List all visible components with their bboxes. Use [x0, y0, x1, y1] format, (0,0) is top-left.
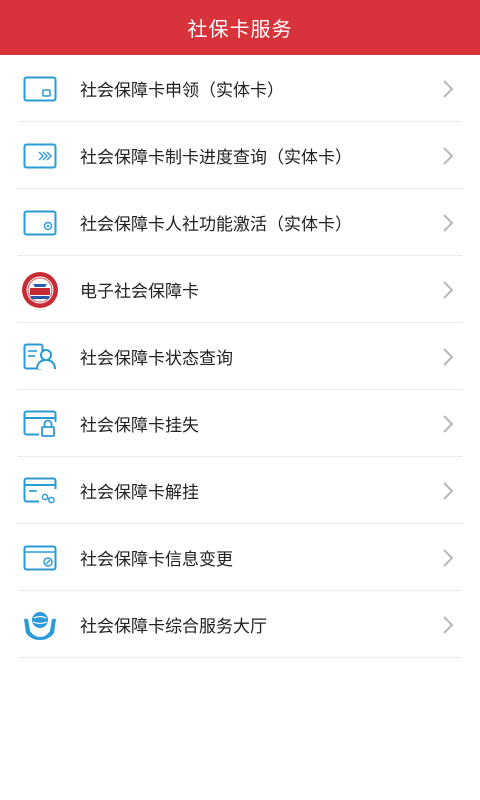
chevron-right-icon [438, 414, 458, 434]
chevron-right-icon [438, 280, 458, 300]
service-hall-icon [20, 605, 60, 645]
chevron-right-icon [438, 615, 458, 635]
list-item-service-hall[interactable]: 社会保障卡综合服务大厅 [0, 591, 480, 658]
list-item-e-card[interactable]: 电子社会保障卡 [0, 256, 480, 323]
list-item-card-activate[interactable]: 社会保障卡人社功能激活（实体卡） [0, 189, 480, 256]
list-item-card-progress[interactable]: 社会保障卡制卡进度查询（实体卡） [0, 122, 480, 189]
chevron-right-icon [438, 347, 458, 367]
list-item-card-unlock[interactable]: 社会保障卡解挂 [0, 457, 480, 524]
list-item-card-report-loss[interactable]: 社会保障卡挂失 [0, 390, 480, 457]
list-item-label: 社会保障卡状态查询 [80, 349, 233, 369]
card-chip-icon [20, 69, 60, 109]
list-item-label: 社会保障卡申领（实体卡） [80, 81, 284, 101]
card-lock-icon [20, 404, 60, 444]
card-unlock-icon [20, 471, 60, 511]
list-item-label: 电子社会保障卡 [80, 282, 199, 302]
chevron-right-icon [438, 548, 458, 568]
list-item-card-info-change[interactable]: 社会保障卡信息变更 [0, 524, 480, 591]
list-item-label: 社会保障卡制卡进度查询（实体卡） [80, 148, 352, 168]
list-item-label: 社会保障卡人社功能激活（实体卡） [80, 215, 352, 235]
social-security-seal-icon [20, 270, 60, 310]
list-item-label: 社会保障卡信息变更 [80, 550, 233, 570]
chevron-right-icon [438, 213, 458, 233]
list-item-label: 社会保障卡挂失 [80, 416, 199, 436]
list-item-card-apply[interactable]: 社会保障卡申领（实体卡） [0, 55, 480, 122]
chevron-right-icon [438, 481, 458, 501]
chevron-right-icon [438, 146, 458, 166]
list-item-status-query[interactable]: 社会保障卡状态查询 [0, 323, 480, 390]
list-item-label: 社会保障卡综合服务大厅 [80, 617, 267, 637]
chevron-right-icon [438, 79, 458, 99]
list-item-label: 社会保障卡解挂 [80, 483, 199, 503]
page-title: 社保卡服务 [187, 17, 293, 41]
card-progress-icon [20, 136, 60, 176]
status-query-icon [20, 337, 60, 377]
card-activate-icon [20, 203, 60, 243]
card-edit-icon [20, 538, 60, 578]
service-list: 社会保障卡申领（实体卡） 社会保障卡制卡进度查询（实体卡） 社会保障卡人社功能激… [0, 55, 480, 658]
app-header: 社保卡服务 [0, 0, 480, 55]
